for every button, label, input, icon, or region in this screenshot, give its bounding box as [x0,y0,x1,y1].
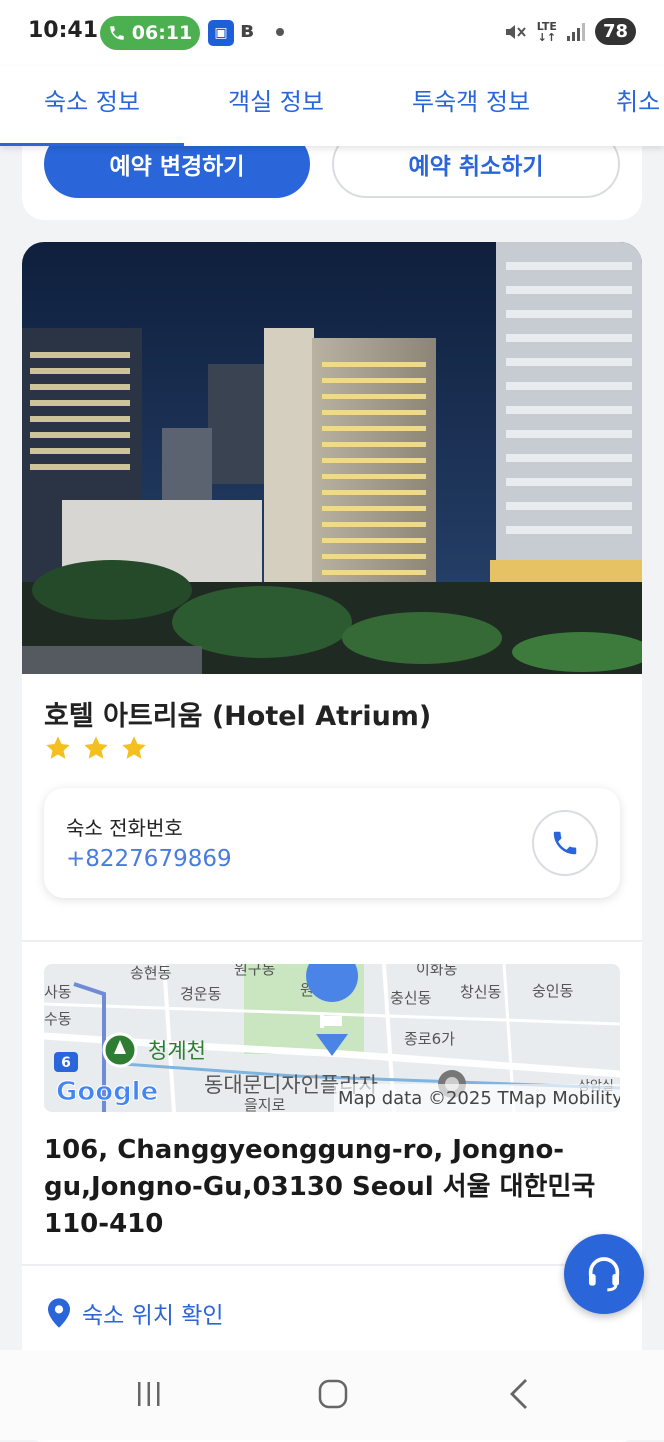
recent-apps-button[interactable] [124,1372,174,1416]
more-notifications-dot [276,28,284,36]
hotel-address: 106, Changgyeonggung-ro, Jongno-gu,Jongn… [44,1135,596,1239]
location-pin-icon [48,1298,70,1328]
star-icon [46,736,70,759]
tab-guest-info[interactable]: 투숙객 정보 [412,82,530,117]
home-icon [318,1379,348,1409]
view-location-link[interactable]: 숙소 위치 확인 [48,1296,224,1330]
b-app-icon: ʙ [240,18,254,43]
back-button[interactable] [494,1372,544,1416]
map-label: 이화동 [416,964,458,978]
recents-icon [138,1382,160,1406]
phone-label: 숙소 전화번호 [66,816,183,840]
star-icon [122,736,146,759]
star-icon [84,736,108,759]
map-attribution: Map data ©2025 TMap Mobility [338,1088,620,1109]
map-label: 을지로 [244,1096,286,1112]
signal-icon [566,22,585,41]
divider [22,940,642,942]
map-label: 사동 [44,983,72,1001]
lte-icon: LTE ↓↑ [536,19,557,44]
view-location-label: 숙소 위치 확인 [82,1303,224,1329]
star-rating [44,734,148,762]
tab-room-info[interactable]: 객실 정보 [228,82,324,117]
active-tab-indicator [0,143,184,146]
customer-support-button[interactable] [564,1234,644,1314]
tab-cancel[interactable]: 취소 [616,82,660,117]
map-label: 창신동 [460,983,502,1001]
map-label: 숭인동 [532,982,574,1000]
google-logo: Google [56,1077,158,1107]
call-button[interactable] [532,810,598,876]
system-navigation-bar [0,1350,664,1440]
map-label: 경운동 [180,985,222,1003]
home-button[interactable] [308,1372,358,1416]
map-label: 원구동 [234,964,276,978]
mute-icon [505,24,526,39]
property-phone-box: 숙소 전화번호 +8227679869 [44,788,620,898]
map-label: 종로6가 [404,1030,455,1048]
tab-bar: 숙소 정보 객실 정보 투숙객 정보 취소 [0,66,664,146]
hotel-card: 호텔 아트리움 (Hotel Atrium) 숙소 전화번호 +82276798… [22,242,642,1442]
ongoing-call-pill[interactable]: 06:11 [100,16,200,50]
map-label: 수동 [44,1010,72,1028]
clock: 10:41 [28,18,99,43]
status-bar: 10:41 06:11 ▣ ʙ LTE ↓↑ 78 [0,0,664,66]
divider [22,1264,642,1266]
map-label: 청계천 [148,1039,206,1063]
tab-property-info[interactable]: 숙소 정보 [44,82,140,117]
hotel-photo[interactable] [22,242,642,674]
phone-icon [553,831,577,855]
map-label: 충신동 [390,989,432,1007]
location-map[interactable]: 송현동 원구동 이화동 사동 수동 경운동 원남동 충신동 창신동 숭인동 종로… [44,964,620,1112]
headset-icon [588,1257,620,1292]
phone-icon [110,26,124,40]
map-label: 송현동 [130,964,172,982]
phone-number[interactable]: +8227679869 [66,846,232,872]
battery-level: 78 [594,18,636,45]
app-notification-icon: ▣ [208,20,234,46]
call-timer: 06:11 [131,22,193,44]
back-icon [510,1379,527,1409]
route-badge: 6 [61,1055,71,1071]
hotel-name: 호텔 아트리움 (Hotel Atrium) [44,701,432,732]
